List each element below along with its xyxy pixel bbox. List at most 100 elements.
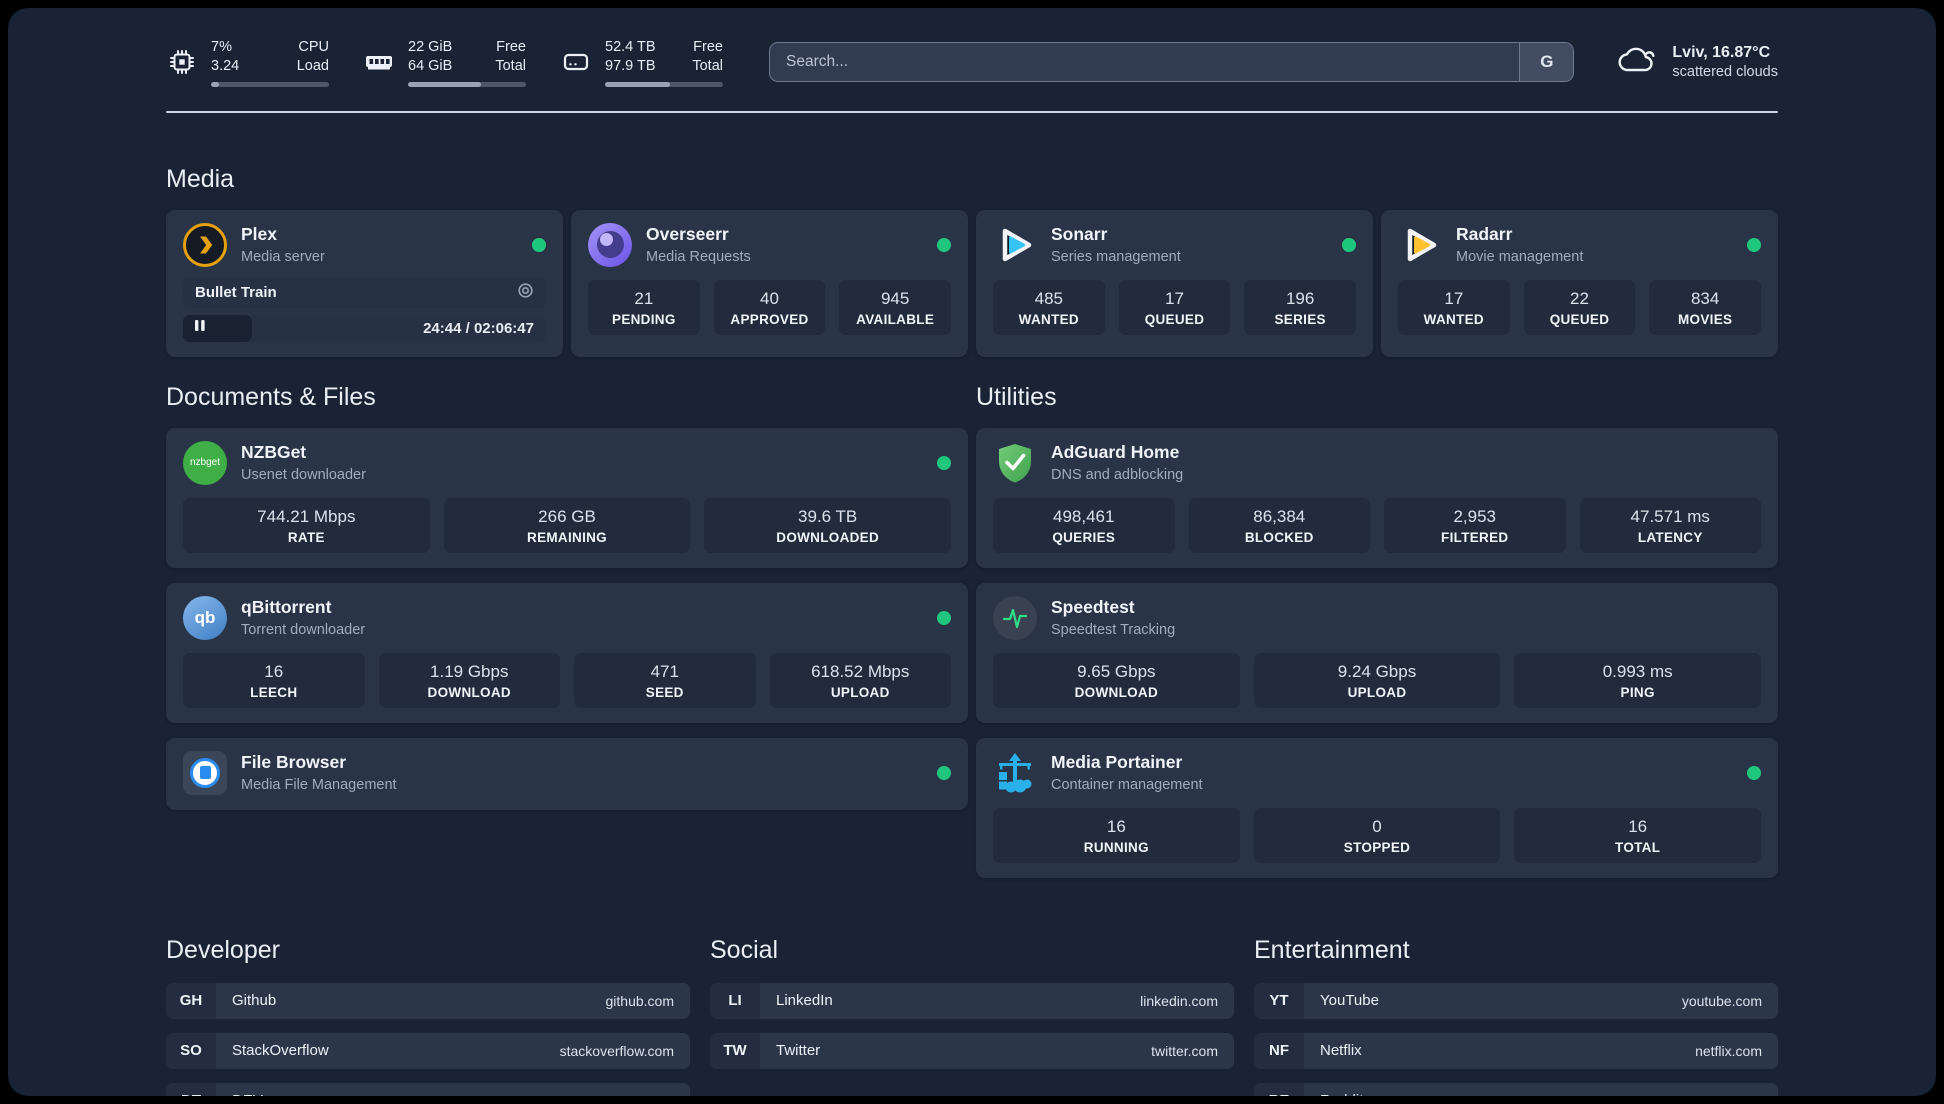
status-dot-online xyxy=(937,455,951,470)
stat-box: 9.24 Gbps UPLOAD xyxy=(1253,652,1501,708)
filebrowser-icon xyxy=(183,750,227,795)
stat-value: 40 xyxy=(760,288,779,308)
disk-label-bottom: Total xyxy=(692,57,723,74)
app-card-filebrowser[interactable]: File Browser Media File Management xyxy=(166,737,968,810)
app-card-radarr[interactable]: Radarr Movie management 17 WANTED 22 QUE… xyxy=(1381,209,1778,357)
search-bar: G xyxy=(769,42,1575,83)
disk-progress-bar xyxy=(605,81,723,87)
bookmark-stackoverflow[interactable]: SO StackOverflow stackoverflow.com xyxy=(166,1032,690,1069)
app-card-plex[interactable]: Plex Media server Bullet Train 24:44 / 0… xyxy=(166,209,563,357)
stat-box: 86,384 BLOCKED xyxy=(1188,497,1370,553)
media-grid: Plex Media server Bullet Train 24:44 / 0… xyxy=(166,209,1778,357)
plex-now-playing: Bullet Train 24:44 / 02:06:47 xyxy=(183,276,546,342)
bookmark-name: Netflix xyxy=(1320,1042,1362,1060)
stat-box: 1.19 Gbps DOWNLOAD xyxy=(378,652,560,708)
dashboard: 7% 3.24 CPU Load 22 GiB 64 GiB Free Tota… xyxy=(8,8,1936,1096)
stat-label: REMAINING xyxy=(527,529,607,545)
app-name: Radarr xyxy=(1456,223,1513,244)
adguard-icon xyxy=(993,441,1037,485)
stat-box: 0 STOPPED xyxy=(1253,807,1501,863)
settings-icon[interactable] xyxy=(517,282,534,303)
stat-label: QUERIES xyxy=(1052,529,1116,545)
stat-box: 21 PENDING xyxy=(588,279,700,335)
ram-label-top: Free xyxy=(496,39,526,55)
stat-label: WANTED xyxy=(1018,311,1079,327)
stat-label: QUEUED xyxy=(1549,311,1610,327)
app-name: Overseerr xyxy=(646,223,729,244)
app-card-nzbget[interactable]: nzbget NZBGet Usenet downloader 744.21 M… xyxy=(166,427,968,568)
bookmark-abbr: GH xyxy=(166,982,216,1019)
stat-label: PENDING xyxy=(612,311,676,327)
app-description: Media Requests xyxy=(646,248,751,265)
stat-label: FILTERED xyxy=(1441,529,1509,545)
bookmark-netflix[interactable]: NF Netflix netflix.com xyxy=(1254,1032,1778,1069)
bookmark-abbr: YT xyxy=(1254,982,1304,1019)
bookmark-abbr: LI xyxy=(710,982,760,1019)
stat-label: RATE xyxy=(287,529,325,545)
weather-condition: scattered clouds xyxy=(1672,64,1778,81)
app-name: Media Portainer xyxy=(1051,751,1183,772)
stat-label: DOWNLOADED xyxy=(776,529,880,545)
stat-value: 196 xyxy=(1285,288,1315,308)
app-card-portainer[interactable]: Media Portainer Container management 16 … xyxy=(976,737,1778,878)
app-card-sonarr[interactable]: Sonarr Series management 485 WANTED 17 Q… xyxy=(976,209,1373,357)
app-description: Movie management xyxy=(1456,248,1584,265)
pause-icon[interactable] xyxy=(194,319,206,337)
stat-box: 47.571 ms LATENCY xyxy=(1579,497,1761,553)
stat-box: 834 MOVIES xyxy=(1649,279,1761,335)
bookmark-reddit[interactable]: RE Reddit reddit.com xyxy=(1254,1082,1778,1096)
now-playing-bar: Bullet Train xyxy=(183,276,546,308)
status-dot-online xyxy=(937,765,951,780)
app-description: Torrent downloader xyxy=(241,621,366,638)
player-progress-bar[interactable]: 24:44 / 02:06:47 xyxy=(183,314,546,342)
bookmarks-entertainment: Entertainment YT YouTube youtube.com NF … xyxy=(1254,936,1778,1096)
documents-column: Documents & Files nzbget NZBGet Usenet d… xyxy=(166,383,968,878)
nzbget-icon: nzbget xyxy=(183,440,227,485)
cloud-icon xyxy=(1616,43,1658,82)
stat-box: 9.65 Gbps DOWNLOAD xyxy=(993,652,1240,708)
stat-label: AVAILABLE xyxy=(856,311,935,327)
stat-value: 39.6 TB xyxy=(798,506,858,526)
bookmark-youtube[interactable]: YT YouTube youtube.com xyxy=(1254,982,1778,1019)
search-input[interactable] xyxy=(770,43,1520,82)
stat-label: APPROVED xyxy=(730,311,809,327)
bookmark-name: LinkedIn xyxy=(776,992,833,1010)
cpu-label-bottom: Load xyxy=(296,57,329,74)
bookmark-abbr: DT xyxy=(166,1082,216,1096)
bookmark-url: stackoverflow.com xyxy=(559,1042,674,1059)
app-description: Series management xyxy=(1051,248,1181,265)
stat-label: DOWNLOAD xyxy=(427,684,511,700)
bookmark-twitter[interactable]: TW Twitter twitter.com xyxy=(710,1032,1234,1069)
bookmark-github[interactable]: GH Github github.com xyxy=(166,982,690,1019)
app-card-overseerr[interactable]: Overseerr Media Requests 21 PENDING 40 A… xyxy=(571,209,968,357)
cpu-value-percent: 7% xyxy=(211,39,232,55)
stat-value: 834 xyxy=(1690,288,1720,308)
app-description: Usenet downloader xyxy=(241,466,366,483)
search-engine-button[interactable]: G xyxy=(1519,43,1574,82)
app-card-speedtest[interactable]: Speedtest Speedtest Tracking 9.65 Gbps D… xyxy=(976,582,1778,723)
bookmark-url: twitter.com xyxy=(1151,1042,1218,1059)
bookmark-url: youtube.com xyxy=(1681,992,1762,1009)
speedtest-icon xyxy=(993,595,1037,640)
stat-label: TOTAL xyxy=(1615,839,1661,855)
stat-value: 17 xyxy=(1165,288,1184,308)
app-description: Media File Management xyxy=(241,776,397,793)
app-description: DNS and adblocking xyxy=(1051,466,1184,483)
app-card-qbittorrent[interactable]: qb qBittorrent Torrent downloader 16 LEE… xyxy=(166,582,968,723)
section-title-entertainment: Entertainment xyxy=(1254,935,1410,964)
bookmark-url: github.com xyxy=(605,992,674,1009)
plex-icon xyxy=(183,222,227,267)
app-card-adguard[interactable]: AdGuard Home DNS and adblocking 498,461 … xyxy=(976,427,1778,568)
stat-value: 471 xyxy=(650,661,679,681)
stat-value: 16 xyxy=(1106,816,1126,836)
bookmark-linkedin[interactable]: LI LinkedIn linkedin.com xyxy=(710,982,1234,1019)
bookmark-dev[interactable]: DT DEV dev.to xyxy=(166,1082,690,1096)
bookmark-name: DEV xyxy=(232,1092,263,1096)
stat-value: 2,953 xyxy=(1453,506,1497,526)
bookmark-url: reddit.com xyxy=(1697,1093,1762,1096)
bookmark-url: linkedin.com xyxy=(1140,992,1218,1009)
disk-stat: 52.4 TB 97.9 TB Free Total xyxy=(560,38,723,87)
bookmark-name: YouTube xyxy=(1320,992,1379,1010)
weather-widget: Lviv, 16.87°C scattered clouds xyxy=(1616,43,1778,83)
stat-box: 17 WANTED xyxy=(1398,279,1510,335)
